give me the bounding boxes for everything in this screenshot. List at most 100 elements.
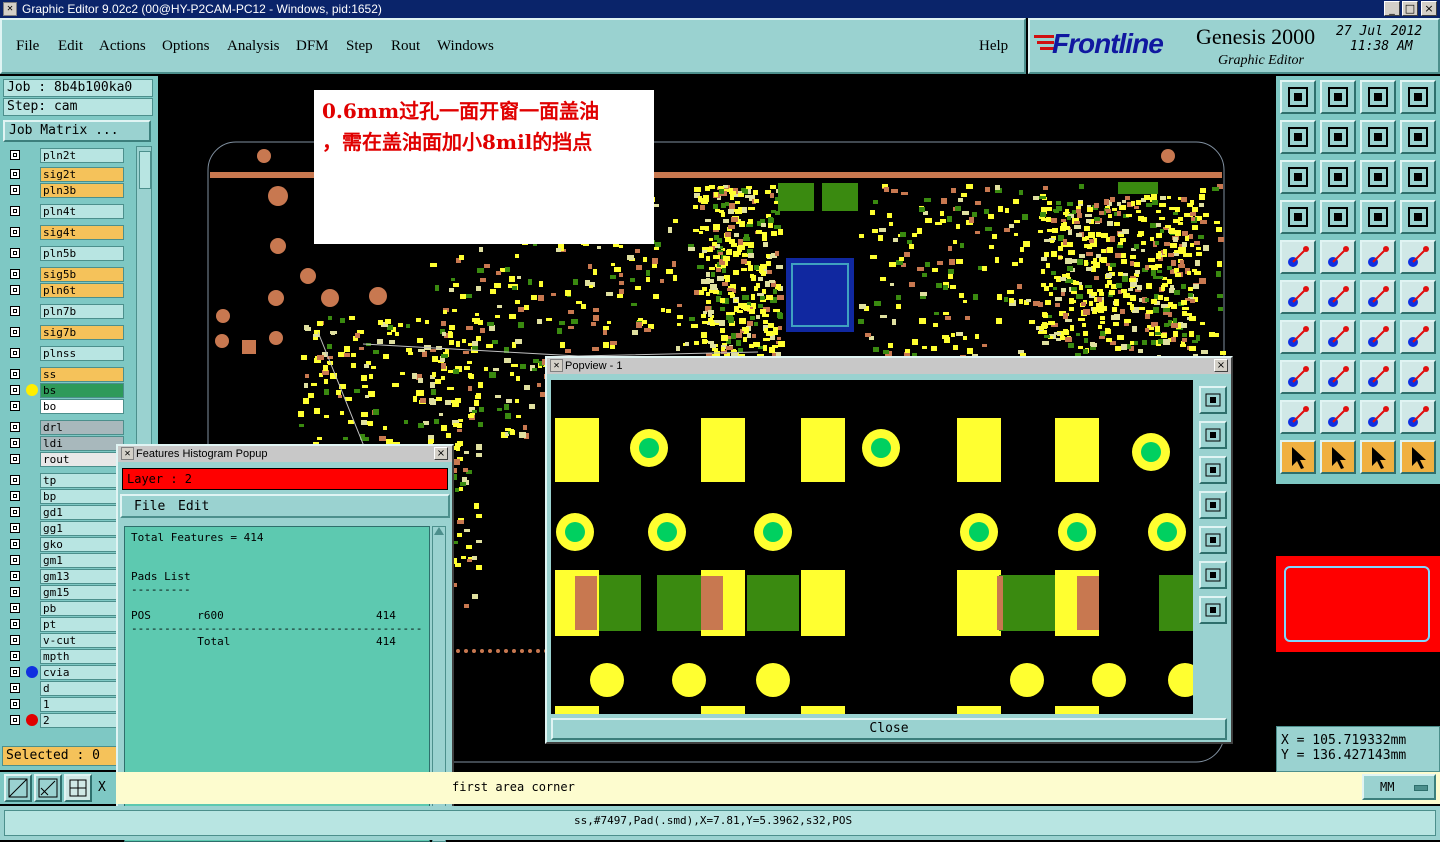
layer-checkbox[interactable] [10,385,20,395]
layer-name[interactable]: 2 [40,713,124,728]
layer-name[interactable]: mpth [40,649,124,664]
layer-name[interactable]: gg1 [40,521,124,536]
move-feature-icon[interactable] [1360,280,1396,314]
layer-name[interactable]: sig5b [40,267,124,282]
zoom-fit-icon[interactable] [4,774,32,802]
layer-row[interactable]: pln6t [6,283,136,298]
layer-name[interactable]: pln7b [40,304,124,319]
layer-name[interactable]: v-cut [40,633,124,648]
menu-help[interactable]: Help [979,38,1008,55]
layer-name[interactable]: gd1 [40,505,124,520]
stretch-icon[interactable] [1320,360,1356,394]
menu-rout[interactable]: Rout [391,38,420,55]
resize-icon[interactable] [1280,360,1316,394]
menu-actions[interactable]: Actions [99,38,146,55]
layer-checkbox[interactable] [10,699,20,709]
zoom-in-icon[interactable] [1199,421,1227,449]
layer-row[interactable]: plnss [6,346,136,361]
layer-checkbox[interactable] [10,206,20,216]
layer-row[interactable]: pln5b [6,246,136,261]
text-icon[interactable] [1400,320,1436,354]
arc-icon[interactable] [1360,320,1396,354]
layer-name[interactable]: sig7b [40,325,124,340]
layer-name[interactable]: ldi [40,436,124,451]
add-line-icon[interactable] [1320,240,1356,274]
pointer-icon[interactable] [1280,440,1316,474]
angle-icon[interactable] [1280,320,1316,354]
layer-row[interactable]: sig7b [6,325,136,340]
layer-checkbox[interactable] [10,555,20,565]
layer-checkbox[interactable] [10,227,20,237]
fit-screen-icon[interactable] [1280,160,1316,194]
layer-checkbox[interactable] [10,306,20,316]
layer-checkbox[interactable] [10,635,20,645]
layer-name[interactable]: ss [40,367,124,382]
layer-checkbox[interactable] [10,348,20,358]
layer-checkbox[interactable] [10,327,20,337]
cut-icon[interactable] [1400,400,1436,434]
edit-pointer-icon[interactable] [1360,440,1396,474]
help-icon[interactable] [1400,160,1436,194]
popview-close-x[interactable]: × [1214,359,1228,372]
layer-name[interactable]: gm13 [40,569,124,584]
zoom-area-icon[interactable] [34,774,62,802]
layer-checkbox[interactable] [10,475,20,485]
layer-row[interactable]: drl [6,420,136,435]
move-left-icon[interactable] [1280,120,1316,154]
layer-name[interactable]: drl [40,420,124,435]
layer-name[interactable]: tp [40,473,124,488]
select-box-icon[interactable] [1400,240,1436,274]
layer-checkbox[interactable] [10,619,20,629]
layer-checkbox[interactable] [10,587,20,597]
layer-row[interactable]: sig4t [6,225,136,240]
layer-name[interactable]: pln6t [40,283,124,298]
line-draw-icon[interactable] [1320,320,1356,354]
histogram-close-button[interactable]: × [434,447,448,460]
layer-row[interactable]: pln3b [6,183,136,198]
layer-name[interactable]: pln5b [40,246,124,261]
layer-name[interactable]: bp [40,489,124,504]
zoom-out-icon[interactable] [1199,456,1227,484]
layer-row[interactable]: pln2t [6,148,136,163]
zoom-fit-icon[interactable] [1199,561,1227,589]
job-matrix-button[interactable]: Job Matrix ... [3,120,151,142]
layer-name[interactable]: pln4t [40,204,124,219]
menu-step[interactable]: Step [346,38,373,55]
measure-distance-icon[interactable] [1360,360,1396,394]
layer-checkbox[interactable] [10,507,20,517]
menu-options[interactable]: Options [162,38,210,55]
layer-row[interactable]: bs [6,383,136,398]
layer-checkbox[interactable] [10,422,20,432]
units-selector[interactable]: MM [1362,774,1436,800]
layer-checkbox[interactable] [10,150,20,160]
layer-up-icon[interactable] [1360,200,1396,234]
layer-checkbox[interactable] [10,454,20,464]
layer-checkbox[interactable] [10,369,20,379]
split-view-icon[interactable] [1400,80,1436,114]
zoom-center-icon[interactable] [1320,160,1356,194]
grid-icon[interactable] [1320,200,1356,234]
layer-checkbox[interactable] [10,269,20,279]
add-pad-icon[interactable] [1280,240,1316,274]
menu-file[interactable]: File [16,38,39,55]
layer-name[interactable]: gm15 [40,585,124,600]
layer-name[interactable]: gko [40,537,124,552]
layer-checkbox[interactable] [10,169,20,179]
copy-feature-icon[interactable] [1400,280,1436,314]
layer-name[interactable]: pln2t [40,148,124,163]
layer-checkbox[interactable] [10,438,20,448]
layer-checkbox[interactable] [10,539,20,549]
zoom-home-icon[interactable] [1199,386,1227,414]
histogram-menu-edit[interactable]: Edit [178,499,209,514]
layer-row[interactable]: sig2t [6,167,136,182]
layer-checkbox[interactable] [10,523,20,533]
pan-right-icon[interactable] [1199,526,1227,554]
layer-checkbox[interactable] [10,651,20,661]
layer-name[interactable]: sig4t [40,225,124,240]
move-right-icon[interactable] [1320,120,1356,154]
layer-name[interactable]: sig2t [40,167,124,182]
delete-icon[interactable] [1320,280,1356,314]
layer-checkbox[interactable] [10,401,20,411]
menu-analysis[interactable]: Analysis [227,38,280,55]
layer-name[interactable]: bo [40,399,124,414]
